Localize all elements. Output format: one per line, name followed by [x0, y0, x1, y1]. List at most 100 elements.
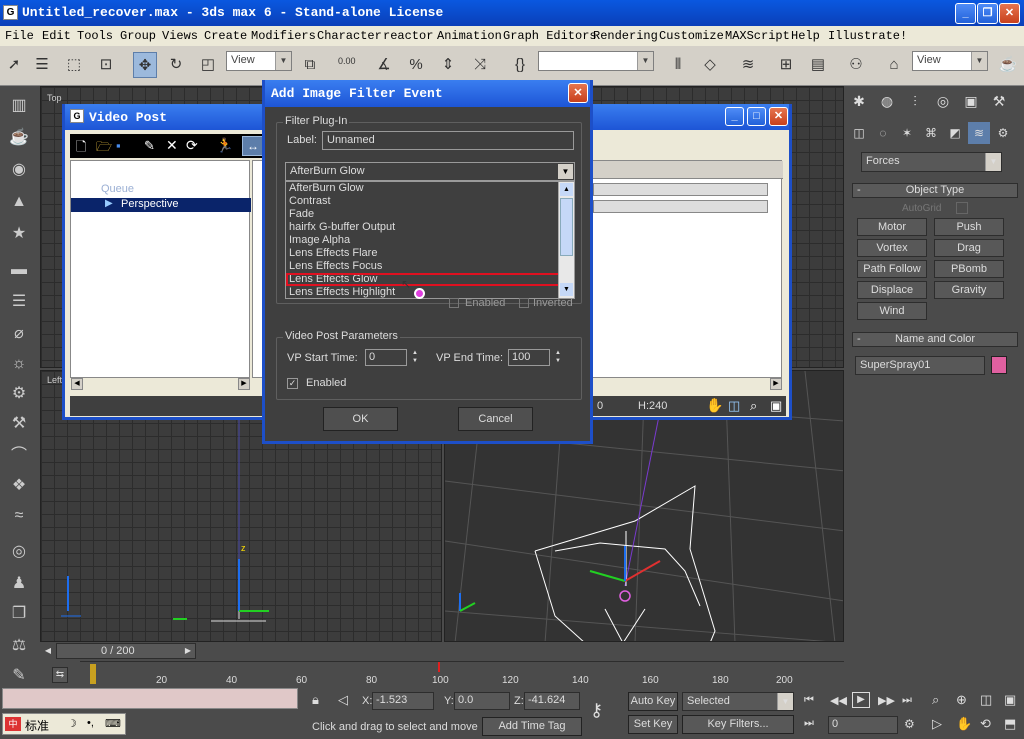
object-color-swatch[interactable]	[991, 356, 1007, 374]
queue-item-perspective[interactable]: ▶ Perspective	[71, 198, 251, 212]
star-icon[interactable]: ★	[7, 222, 31, 246]
add-time-tag-button[interactable]: Add Time Tag	[482, 717, 582, 736]
hierarchy-tab-icon[interactable]: ⫶	[904, 90, 926, 112]
angle-snap-icon[interactable]: ∡	[372, 52, 396, 78]
curve-editor-icon[interactable]: ⊞	[774, 52, 798, 78]
align-icon[interactable]: ◇	[698, 52, 722, 78]
vp-start-spinner[interactable]: ▲ ▼	[410, 349, 420, 366]
render-view-dropdown[interactable]: View ▼	[912, 51, 988, 71]
filter-plugin-dropdown[interactable]: AfterBurn Glow ▼	[285, 162, 575, 181]
key-filters-button[interactable]: Key Filters...	[682, 715, 794, 734]
object-type-header[interactable]: - Object Type	[852, 183, 1018, 198]
systems-icon[interactable]: ⚙	[992, 122, 1014, 144]
enabled-checkbox[interactable]: ✓	[287, 378, 298, 389]
pbomb-button[interactable]: PBomb	[934, 260, 1004, 278]
lights-icon[interactable]: ✶	[896, 122, 918, 144]
menu-reactor[interactable]: reactor	[383, 29, 433, 43]
vp-start-input[interactable]: 0	[365, 349, 407, 366]
light-icon[interactable]: ☼	[7, 352, 31, 376]
zoom-extents-icon[interactable]: ▣	[770, 398, 782, 414]
play-icon[interactable]: ▶	[852, 692, 870, 708]
y-coord-field[interactable]: 0.0	[454, 692, 510, 710]
ring-icon[interactable]: ◎	[7, 540, 31, 564]
menu-customize[interactable]: Customize	[659, 29, 724, 43]
key-icon[interactable]: ⚷	[590, 700, 603, 721]
vp-end-input[interactable]: 100	[508, 349, 550, 366]
execute-sequence-icon[interactable]: 🏃	[216, 137, 233, 154]
utilities-tab-icon[interactable]: ⚒	[988, 90, 1010, 112]
displace-button[interactable]: Displace	[857, 281, 927, 299]
zoom-extents-icon[interactable]: ◫	[980, 692, 992, 708]
trackbar[interactable]: 20 40 60 80 100 120 140 160 180 200	[80, 661, 844, 686]
go-to-start-icon[interactable]: ⏮	[804, 694, 814, 707]
menu-edit[interactable]: Edit	[42, 29, 71, 43]
keyboard-icon[interactable]: ⌨	[105, 717, 121, 730]
next-frame-icon[interactable]: ▶▶	[878, 694, 895, 707]
object-name-field[interactable]: SuperSpray01	[855, 356, 985, 375]
plugin-item[interactable]: Lens Effects Highlight	[286, 286, 574, 298]
field-of-view-icon[interactable]: ▷	[932, 716, 942, 732]
hammer-icon[interactable]: ⚖	[7, 634, 31, 658]
cancel-button[interactable]: Cancel	[458, 407, 533, 431]
teapot-icon[interactable]: ☕	[7, 126, 31, 150]
menu-help[interactable]: Help	[791, 29, 820, 43]
save-sequence-icon[interactable]: ▪	[116, 138, 121, 153]
filter-plugin-list[interactable]: AfterBurn Glow Contrast Fade hairfx G-bu…	[285, 181, 575, 299]
region-select-icon[interactable]: ⬚	[62, 52, 86, 78]
cameras-icon[interactable]: ⌘	[920, 122, 942, 144]
category-dropdown[interactable]: Forces ▼	[861, 152, 1002, 172]
track-bar-1[interactable]	[593, 183, 768, 196]
scroll-up-icon[interactable]: ▲	[560, 183, 573, 196]
menu-modifiers[interactable]: Modifiers	[251, 29, 316, 43]
box-icon[interactable]: ▥	[7, 94, 31, 118]
x-coord-field[interactable]: -1.523	[372, 692, 434, 710]
zoom-time-icon[interactable]: ◫	[728, 398, 740, 414]
zoom-extents-all-icon[interactable]: ▣	[1004, 692, 1016, 708]
spinner-snap-icon[interactable]: ⇕	[436, 52, 460, 78]
drag-button[interactable]: Drag	[934, 239, 1004, 257]
zoom-region-icon[interactable]: ⌕	[750, 398, 757, 414]
pages-icon[interactable]: ❐	[7, 602, 31, 626]
snap-value[interactable]: 0.00	[338, 56, 356, 66]
viewport-top-label[interactable]: Top	[47, 93, 62, 103]
lock-icon[interactable]: 🔒︎	[312, 692, 319, 708]
maximize-viewport-icon[interactable]: ⬒	[1004, 716, 1016, 732]
named-selection-dropdown[interactable]: ▼	[538, 51, 654, 71]
material-editor-icon[interactable]: ⚇	[844, 52, 868, 78]
scale-tool-icon[interactable]: ◰	[196, 52, 220, 78]
video-post-maximize-button[interactable]: □	[747, 107, 766, 126]
window-crossing-icon[interactable]: ⊡	[94, 52, 118, 78]
maxscript-listener[interactable]	[2, 688, 298, 709]
helpers-icon[interactable]: ◩	[944, 122, 966, 144]
dialog-close-button[interactable]: ✕	[568, 83, 588, 103]
arc-rotate-icon[interactable]: ⟲	[980, 716, 991, 732]
named-selection-icon[interactable]: {}	[508, 52, 532, 78]
reference-coord-dropdown[interactable]: View ▼	[226, 51, 292, 71]
menu-rendering[interactable]: Rendering	[593, 29, 658, 43]
schematic-icon[interactable]: ▤	[806, 52, 830, 78]
bone-icon[interactable]: ⚒	[7, 412, 31, 436]
plugin-item[interactable]: hairfx G-buffer Output	[286, 221, 574, 234]
scroll-thumb[interactable]	[560, 198, 573, 256]
gravity-button[interactable]: Gravity	[934, 281, 1004, 299]
modify-tab-icon[interactable]: ◍	[876, 90, 898, 112]
push-button[interactable]: Push	[934, 218, 1004, 236]
enabled-checkbox-mask[interactable]	[449, 298, 459, 308]
vortex-button[interactable]: Vortex	[857, 239, 927, 257]
menu-group[interactable]: Group	[120, 29, 156, 43]
path-follow-button[interactable]: Path Follow	[857, 260, 927, 278]
wave-icon[interactable]: ≈	[7, 504, 31, 528]
edit-event-icon[interactable]: ✎	[144, 138, 155, 154]
sphere-icon[interactable]: ◉	[7, 158, 31, 182]
close-button[interactable]: ✕	[999, 3, 1020, 24]
pencil-icon[interactable]: ✎	[7, 664, 31, 688]
open-sequence-icon[interactable]: 🗁	[96, 138, 112, 160]
spring-icon[interactable]: ☰	[7, 290, 31, 314]
plugin-item-highlighted[interactable]: Lens Effects Glow	[286, 273, 574, 286]
swap-events-icon[interactable]: ⟳	[186, 137, 198, 154]
ok-button[interactable]: OK	[323, 407, 398, 431]
menu-file[interactable]: File	[5, 29, 34, 43]
plane-icon[interactable]: ▬	[7, 258, 31, 282]
key-mode-dropdown[interactable]: Selected ▼	[682, 692, 794, 711]
menu-illustrate[interactable]: Illustrate!	[828, 29, 907, 43]
